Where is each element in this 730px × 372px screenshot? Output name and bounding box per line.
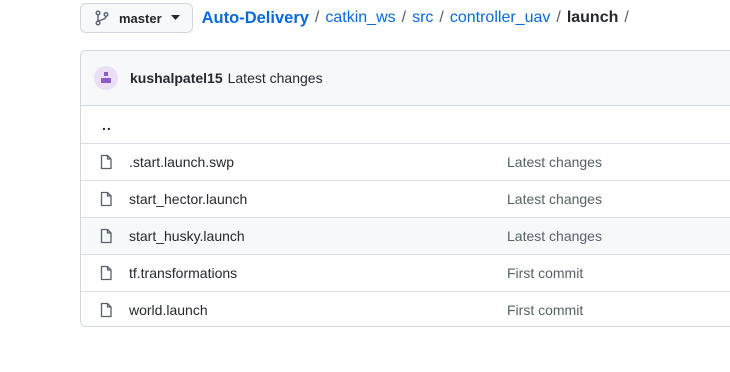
breadcrumb: Auto-Delivery / catkin_ws / src / contro…: [202, 9, 635, 28]
identicon-icon: [101, 72, 111, 83]
commit-author-link[interactable]: kushalpatel15: [130, 70, 223, 86]
file-row[interactable]: start_husky.launch Latest changes: [81, 217, 730, 254]
file-icon: [98, 228, 114, 244]
breadcrumb-current-folder: launch: [566, 9, 619, 26]
file-commit-message-link[interactable]: Latest changes: [507, 228, 602, 244]
file-name-link[interactable]: world.launch: [129, 302, 507, 318]
breadcrumb-separator: /: [401, 9, 407, 26]
file-icon: [98, 154, 114, 170]
breadcrumb-link-src[interactable]: src: [412, 9, 433, 27]
breadcrumb-link-controller-uav[interactable]: controller_uav: [450, 9, 551, 27]
breadcrumb-separator: /: [624, 9, 629, 26]
breadcrumb-separator: /: [314, 9, 320, 26]
file-name-link[interactable]: start_husky.launch: [129, 228, 507, 244]
file-row[interactable]: .start.launch.swp Latest changes: [81, 143, 730, 180]
git-branch-icon: [95, 10, 109, 26]
file-commit-message-link[interactable]: Latest changes: [507, 154, 602, 170]
branch-name: master: [119, 10, 162, 26]
file-name-link[interactable]: .start.launch.swp: [129, 154, 507, 170]
breadcrumb-separator: /: [439, 9, 444, 26]
file-row[interactable]: start_hector.launch Latest changes: [81, 180, 730, 217]
file-icon: [98, 302, 114, 318]
parent-directory-row[interactable]: ..: [81, 106, 730, 143]
file-commit-message-link[interactable]: First commit: [507, 302, 583, 318]
breadcrumb-separator: /: [556, 9, 561, 26]
file-icon: [98, 265, 114, 281]
breadcrumb-repo-link[interactable]: Auto-Delivery: [202, 9, 309, 28]
file-row[interactable]: tf.transformations First commit: [81, 254, 730, 291]
branch-select-button[interactable]: master: [80, 3, 193, 33]
file-commit-message-link[interactable]: Latest changes: [507, 191, 602, 207]
file-name-link[interactable]: tf.transformations: [129, 265, 507, 281]
repo-navigation-bar: master Auto-Delivery / catkin_ws / src /…: [80, 3, 635, 33]
commit-message-link[interactable]: Latest changes: [228, 70, 323, 86]
parent-directory-link[interactable]: ..: [81, 117, 112, 133]
file-row[interactable]: world.launch First commit: [81, 291, 730, 326]
latest-commit-header: kushalpatel15 Latest changes: [81, 51, 730, 106]
triangle-down-icon: [170, 15, 180, 21]
file-commit-message-link[interactable]: First commit: [507, 265, 583, 281]
file-icon: [98, 191, 114, 207]
avatar[interactable]: [94, 66, 118, 90]
file-list-box: kushalpatel15 Latest changes .. .start.l…: [80, 50, 730, 327]
breadcrumb-link-catkin-ws[interactable]: catkin_ws: [325, 9, 395, 27]
file-name-link[interactable]: start_hector.launch: [129, 191, 507, 207]
